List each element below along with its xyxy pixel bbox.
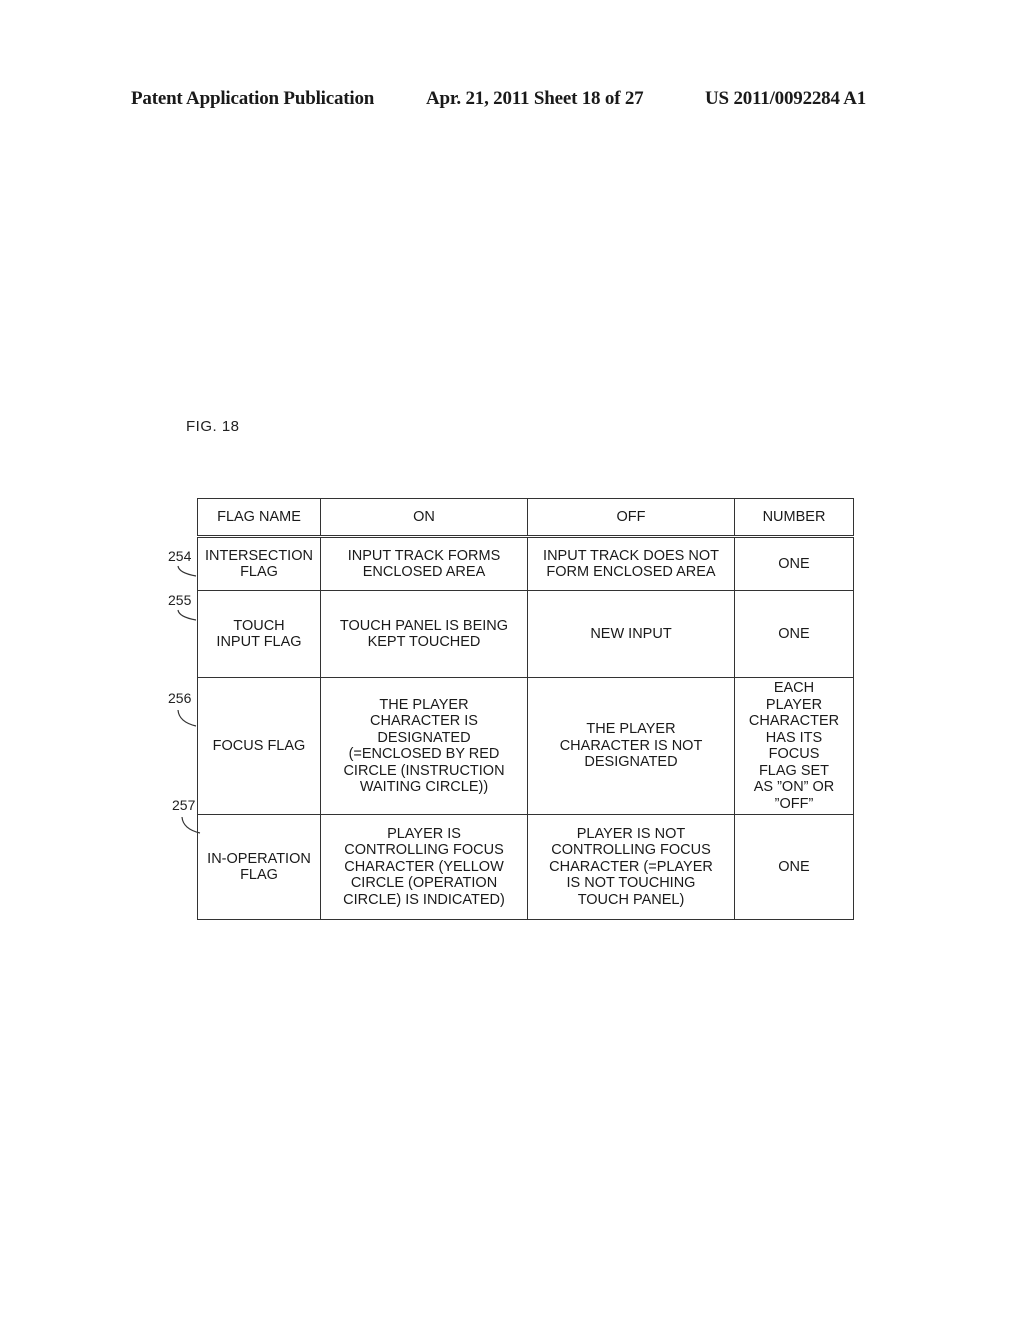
cell-flag-name: TOUCH INPUT FLAG [197,590,321,678]
cell-number: ONE [734,536,854,591]
patent-number: US 2011/0092284 A1 [705,88,867,109]
cell-on: THE PLAYER CHARACTER IS DESIGNATED (=ENC… [320,677,528,815]
cell-off: INPUT TRACK DOES NOT FORM ENCLOSED AREA [527,536,735,591]
reference-number: 254 [168,548,192,564]
column-header-flag-name: FLAG NAME [197,498,321,538]
cell-off: NEW INPUT [527,590,735,678]
cell-on: TOUCH PANEL IS BEING KEPT TOUCHED [320,590,528,678]
date-and-sheet: Apr. 21, 2011 Sheet 18 of 27 [426,88,644,109]
column-header-off: OFF [527,498,735,538]
reference-254: 254 [168,548,198,578]
cell-flag-name: INTERSECTION FLAG [197,536,321,591]
reference-number: 256 [168,690,192,706]
reference-256: 256 [168,690,198,728]
cell-number: ONE [734,814,854,920]
flag-table-container: FLAG NAME ON OFF NUMBER INTERSECTION FLA… [197,498,854,920]
publication-title: Patent Application Publication [131,88,375,109]
flag-table: FLAG NAME ON OFF NUMBER INTERSECTION FLA… [197,498,854,920]
cell-on: PLAYER IS CONTROLLING FOCUS CHARACTER (Y… [320,814,528,920]
cell-flag-name: FOCUS FLAG [197,677,321,815]
table-row: IN-OPERATION FLAG PLAYER IS CONTROLLING … [197,814,854,920]
leader-line-icon [177,565,197,577]
cell-off: PLAYER IS NOT CONTROLLING FOCUS CHARACTE… [527,814,735,920]
reference-255: 255 [168,592,198,622]
column-header-on: ON [320,498,528,538]
cell-number: EACH PLAYER CHARACTER HAS ITS FOCUS FLAG… [734,677,854,815]
page-header: Patent Application Publication Apr. 21, … [0,88,1024,116]
reference-number: 255 [168,592,192,608]
cell-number: ONE [734,590,854,678]
figure-label: FIG. 18 [186,418,240,435]
cell-flag-name: IN-OPERATION FLAG [197,814,321,920]
cell-off: THE PLAYER CHARACTER IS NOT DESIGNATED [527,677,735,815]
table-row: INTERSECTION FLAG INPUT TRACK FORMS ENCL… [197,536,854,591]
table-row: FOCUS FLAG THE PLAYER CHARACTER IS DESIG… [197,677,854,815]
cell-on: INPUT TRACK FORMS ENCLOSED AREA [320,536,528,591]
table-header-row: FLAG NAME ON OFF NUMBER [197,498,854,538]
leader-line-icon [177,709,197,727]
column-header-number: NUMBER [734,498,854,538]
leader-line-icon [177,609,197,621]
table-row: TOUCH INPUT FLAG TOUCH PANEL IS BEING KE… [197,590,854,678]
